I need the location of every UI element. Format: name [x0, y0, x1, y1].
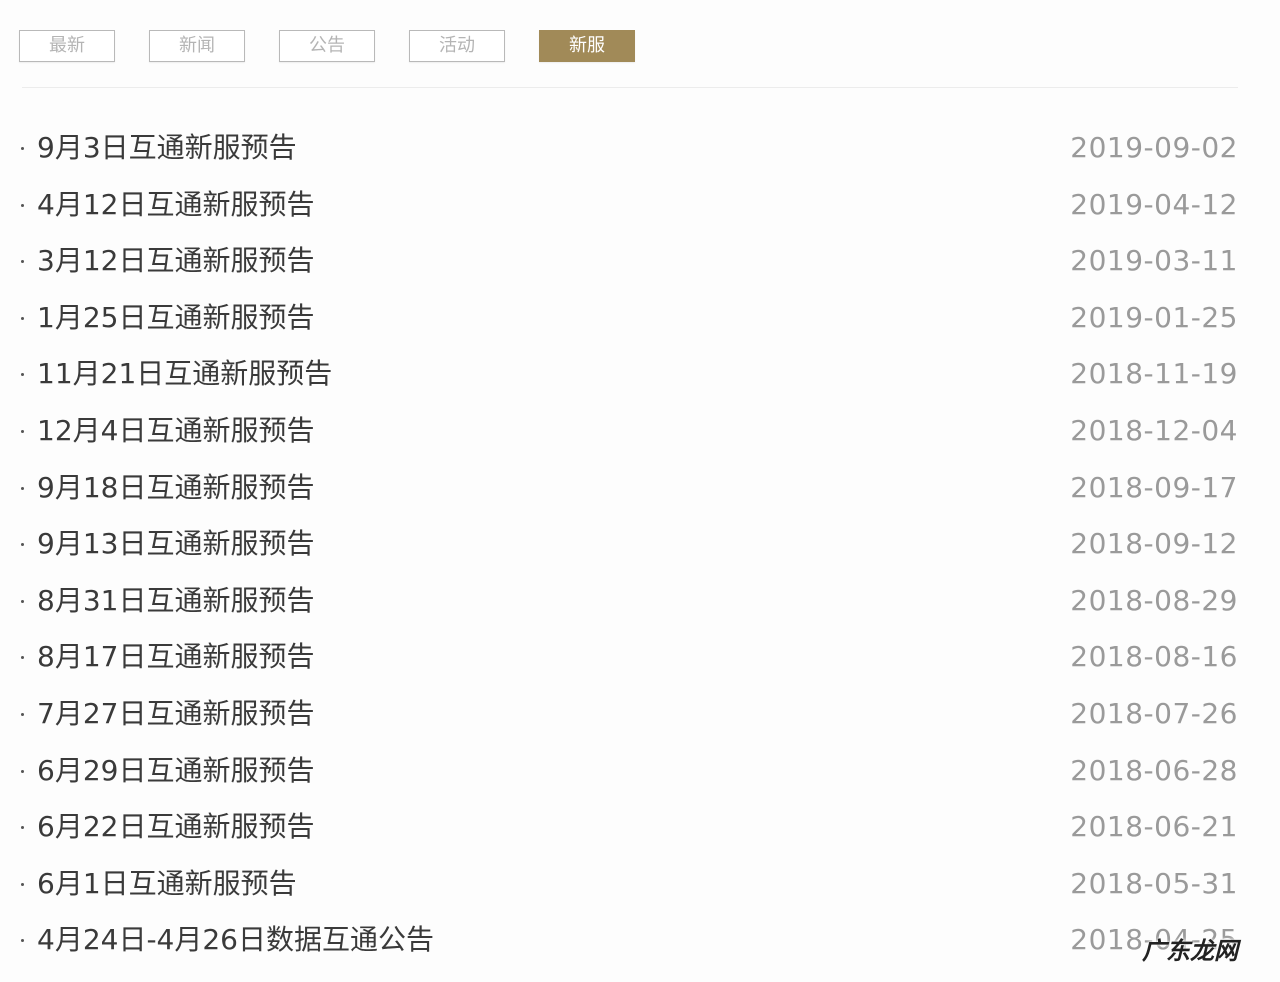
article-title[interactable]: 4月12日互通新服预告 — [37, 187, 314, 223]
article-date: 2018-05-31 — [1070, 866, 1238, 900]
article-row[interactable]: 4月12日互通新服预告 2019-04-12 — [0, 177, 1280, 233]
article-row[interactable]: 12月4日互通新服预告 2018-12-04 — [0, 403, 1280, 459]
article-title[interactable]: 9月3日互通新服预告 — [37, 130, 297, 166]
watermark: 广东龙网 — [1142, 937, 1238, 965]
bullet-icon — [21, 656, 24, 660]
bullet-icon — [21, 203, 24, 207]
tab-events[interactable]: 活动 — [409, 30, 505, 62]
bullet-icon — [21, 543, 24, 547]
article-date: 2018-08-16 — [1070, 640, 1238, 674]
article-row[interactable]: 8月17日互通新服预告 2018-08-16 — [0, 629, 1280, 685]
bullet-icon — [21, 713, 24, 716]
bullet-icon — [21, 939, 24, 943]
article-title[interactable]: 1月25日互通新服预告 — [37, 300, 314, 336]
bullet-icon — [21, 147, 24, 150]
article-row[interactable]: 6月29日互通新服预告 2018-06-28 — [0, 743, 1280, 799]
article-date: 2018-06-28 — [1070, 753, 1238, 787]
page: 最新 新闻 公告 活动 新服 9月3日互通新服预告 2019-09-02 4月12日… — [0, 0, 1280, 982]
tab-announcements[interactable]: 公告 — [279, 30, 375, 62]
article-row[interactable]: 4月24日-4月26日数据互通公告 2018-04-25 — [0, 912, 1280, 968]
article-row[interactable]: 9月13日互通新服预告 2018-09-12 — [0, 516, 1280, 572]
article-title[interactable]: 3月12日互通新服预告 — [37, 243, 314, 279]
bullet-icon — [21, 599, 24, 603]
article-date: 2018-06-21 — [1070, 810, 1238, 844]
article-date: 2018-12-04 — [1070, 414, 1238, 447]
article-row[interactable]: 1月25日互通新服预告 2019-01-25 — [0, 290, 1280, 346]
article-title[interactable]: 7月27日互通新服预告 — [37, 696, 314, 732]
article-date: 2018-09-12 — [1070, 527, 1238, 561]
divider — [22, 87, 1238, 88]
article-title[interactable]: 4月24日-4月26日数据互通公告 — [37, 922, 434, 958]
article-row[interactable]: 9月3日互通新服预告 2019-09-02 — [0, 120, 1280, 176]
article-title[interactable]: 6月22日互通新服预告 — [37, 809, 314, 845]
tab-latest[interactable]: 最新 — [19, 30, 115, 62]
article-title[interactable]: 8月31日互通新服预告 — [37, 583, 314, 619]
article-title[interactable]: 9月13日互通新服预告 — [37, 526, 314, 562]
article-title[interactable]: 12月4日互通新服预告 — [37, 413, 314, 449]
bullet-icon — [21, 486, 24, 490]
article-row[interactable]: 9月18日互通新服预告 2018-09-17 — [0, 460, 1280, 516]
article-row[interactable]: 7月27日互通新服预告 2018-07-26 — [0, 686, 1280, 742]
bullet-icon — [21, 260, 24, 264]
article-title[interactable]: 6月29日互通新服预告 — [37, 753, 314, 789]
article-title[interactable]: 8月17日互通新服预告 — [37, 639, 314, 675]
article-row[interactable]: 6月22日互通新服预告 2018-06-21 — [0, 799, 1280, 855]
tab-new-servers[interactable]: 新服 — [539, 30, 635, 62]
bullet-icon — [21, 769, 24, 773]
article-title[interactable]: 9月18日互通新服预告 — [37, 470, 314, 506]
article-title[interactable]: 11月21日互通新服预告 — [37, 356, 332, 392]
bullet-icon — [21, 316, 24, 320]
article-date: 2019-01-25 — [1070, 300, 1238, 334]
bullet-icon — [21, 430, 24, 433]
article-row[interactable]: 8月31日互通新服预告 2018-08-29 — [0, 573, 1280, 629]
article-row[interactable]: 6月1日互通新服预告 2018-05-31 — [0, 856, 1280, 912]
article-title[interactable]: 6月1日互通新服预告 — [37, 866, 297, 902]
article-date: 2018-09-17 — [1070, 470, 1238, 504]
article-date: 2018-11-19 — [1070, 357, 1238, 391]
article-row[interactable]: 11月21日互通新服预告 2018-11-19 — [0, 346, 1280, 402]
article-date: 2018-07-26 — [1070, 697, 1238, 730]
article-date: 2018-08-29 — [1070, 583, 1238, 617]
bullet-icon — [21, 882, 24, 886]
tab-news[interactable]: 新闻 — [149, 30, 245, 62]
bullet-icon — [21, 373, 24, 377]
bullet-icon — [21, 826, 24, 830]
article-row[interactable]: 3月12日互通新服预告 2019-03-11 — [0, 233, 1280, 289]
article-date: 2019-09-02 — [1070, 131, 1238, 164]
article-date: 2019-04-12 — [1070, 187, 1238, 221]
article-date: 2019-03-11 — [1070, 244, 1238, 278]
